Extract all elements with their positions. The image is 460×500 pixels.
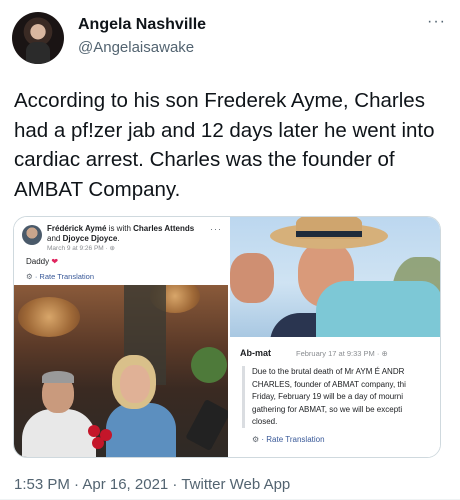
post-line: CHARLES, founder of ABMAT company, thi: [252, 379, 406, 389]
post-author: Frédérick Aymé: [47, 224, 107, 233]
restaurant-photo: [14, 285, 228, 457]
man-with-hat-photo: [230, 217, 440, 337]
man-figure: [22, 371, 96, 457]
post-line: Friday, February 19 will be a day of mou…: [252, 392, 404, 401]
media-grid[interactable]: Frédérick Aymé is with Charles Attends a…: [13, 216, 441, 458]
rate-translation-label: · Rate Translation: [259, 435, 325, 444]
gear-icon: ⚙: [26, 272, 33, 281]
hat-band-shape: [296, 231, 362, 237]
screenshot-left[interactable]: Frédérick Aymé is with Charles Attends a…: [14, 217, 228, 457]
lamp-shape: [18, 297, 80, 337]
post-date: February 17 at 9:33 PM · ⊕: [296, 349, 388, 358]
plants-shape: [190, 325, 228, 405]
post-author: Ab-mat: [240, 348, 271, 358]
post-body: Due to the brutal death of Mr AYM É ANDR…: [252, 366, 440, 429]
avatar: [22, 225, 42, 245]
and-text: and: [47, 234, 63, 243]
avatar[interactable]: [12, 12, 64, 64]
post-date: March 9 at 9:26 PM · ⊕: [47, 245, 115, 252]
post-author-line: Frédérick Aymé is with Charles Attends a…: [47, 224, 207, 244]
post-line: Due to the brutal death of Mr AYM É ANDR: [252, 367, 405, 376]
screenshot-right[interactable]: Ab-mat February 17 at 9:33 PM · ⊕ Due to…: [230, 217, 440, 457]
display-name[interactable]: Angela Nashville: [78, 16, 206, 34]
user-handle[interactable]: @Angelaisawake: [78, 39, 194, 56]
tweet-timestamp[interactable]: 1:53 PM · Apr 16, 2021 · Twitter Web App: [14, 476, 290, 493]
more-options-icon[interactable]: ···: [427, 14, 446, 30]
rate-translation: ⚙ · Rate Translation: [26, 272, 94, 281]
post-line: closed.: [252, 417, 278, 426]
is-with-text: is with: [106, 224, 134, 233]
quote-bar: [242, 366, 245, 428]
tablet-shape: [185, 399, 228, 451]
heart-icon: ❤: [51, 257, 59, 266]
tagged-person-1: Charles Attends: [133, 224, 195, 233]
tweet-header: Angela Nashville @Angelaisawake ···: [12, 8, 448, 68]
more-options-icon: ···: [210, 224, 222, 234]
post-line: gathering for ABMAT, so we will be excep…: [252, 404, 403, 414]
roses-shape: [84, 425, 124, 455]
period-text: .: [117, 234, 120, 243]
post-caption: Daddy ❤: [26, 257, 58, 266]
caption-text: Daddy: [26, 257, 50, 266]
facebook-post-header: Frédérick Aymé is with Charles Attends a…: [14, 217, 228, 285]
facebook-post-abmat: Ab-mat February 17 at 9:33 PM · ⊕ Due to…: [230, 339, 440, 457]
tweet-text: According to his son Frederek Ayme, Char…: [14, 89, 435, 201]
tagged-person-2: Djoyce Djoyce: [62, 234, 118, 243]
rate-translation-label: · Rate Translation: [32, 272, 95, 281]
towel-shape: [316, 281, 440, 337]
rate-translation: ⚙ · Rate Translation: [252, 435, 325, 444]
hand-shape: [230, 253, 274, 303]
